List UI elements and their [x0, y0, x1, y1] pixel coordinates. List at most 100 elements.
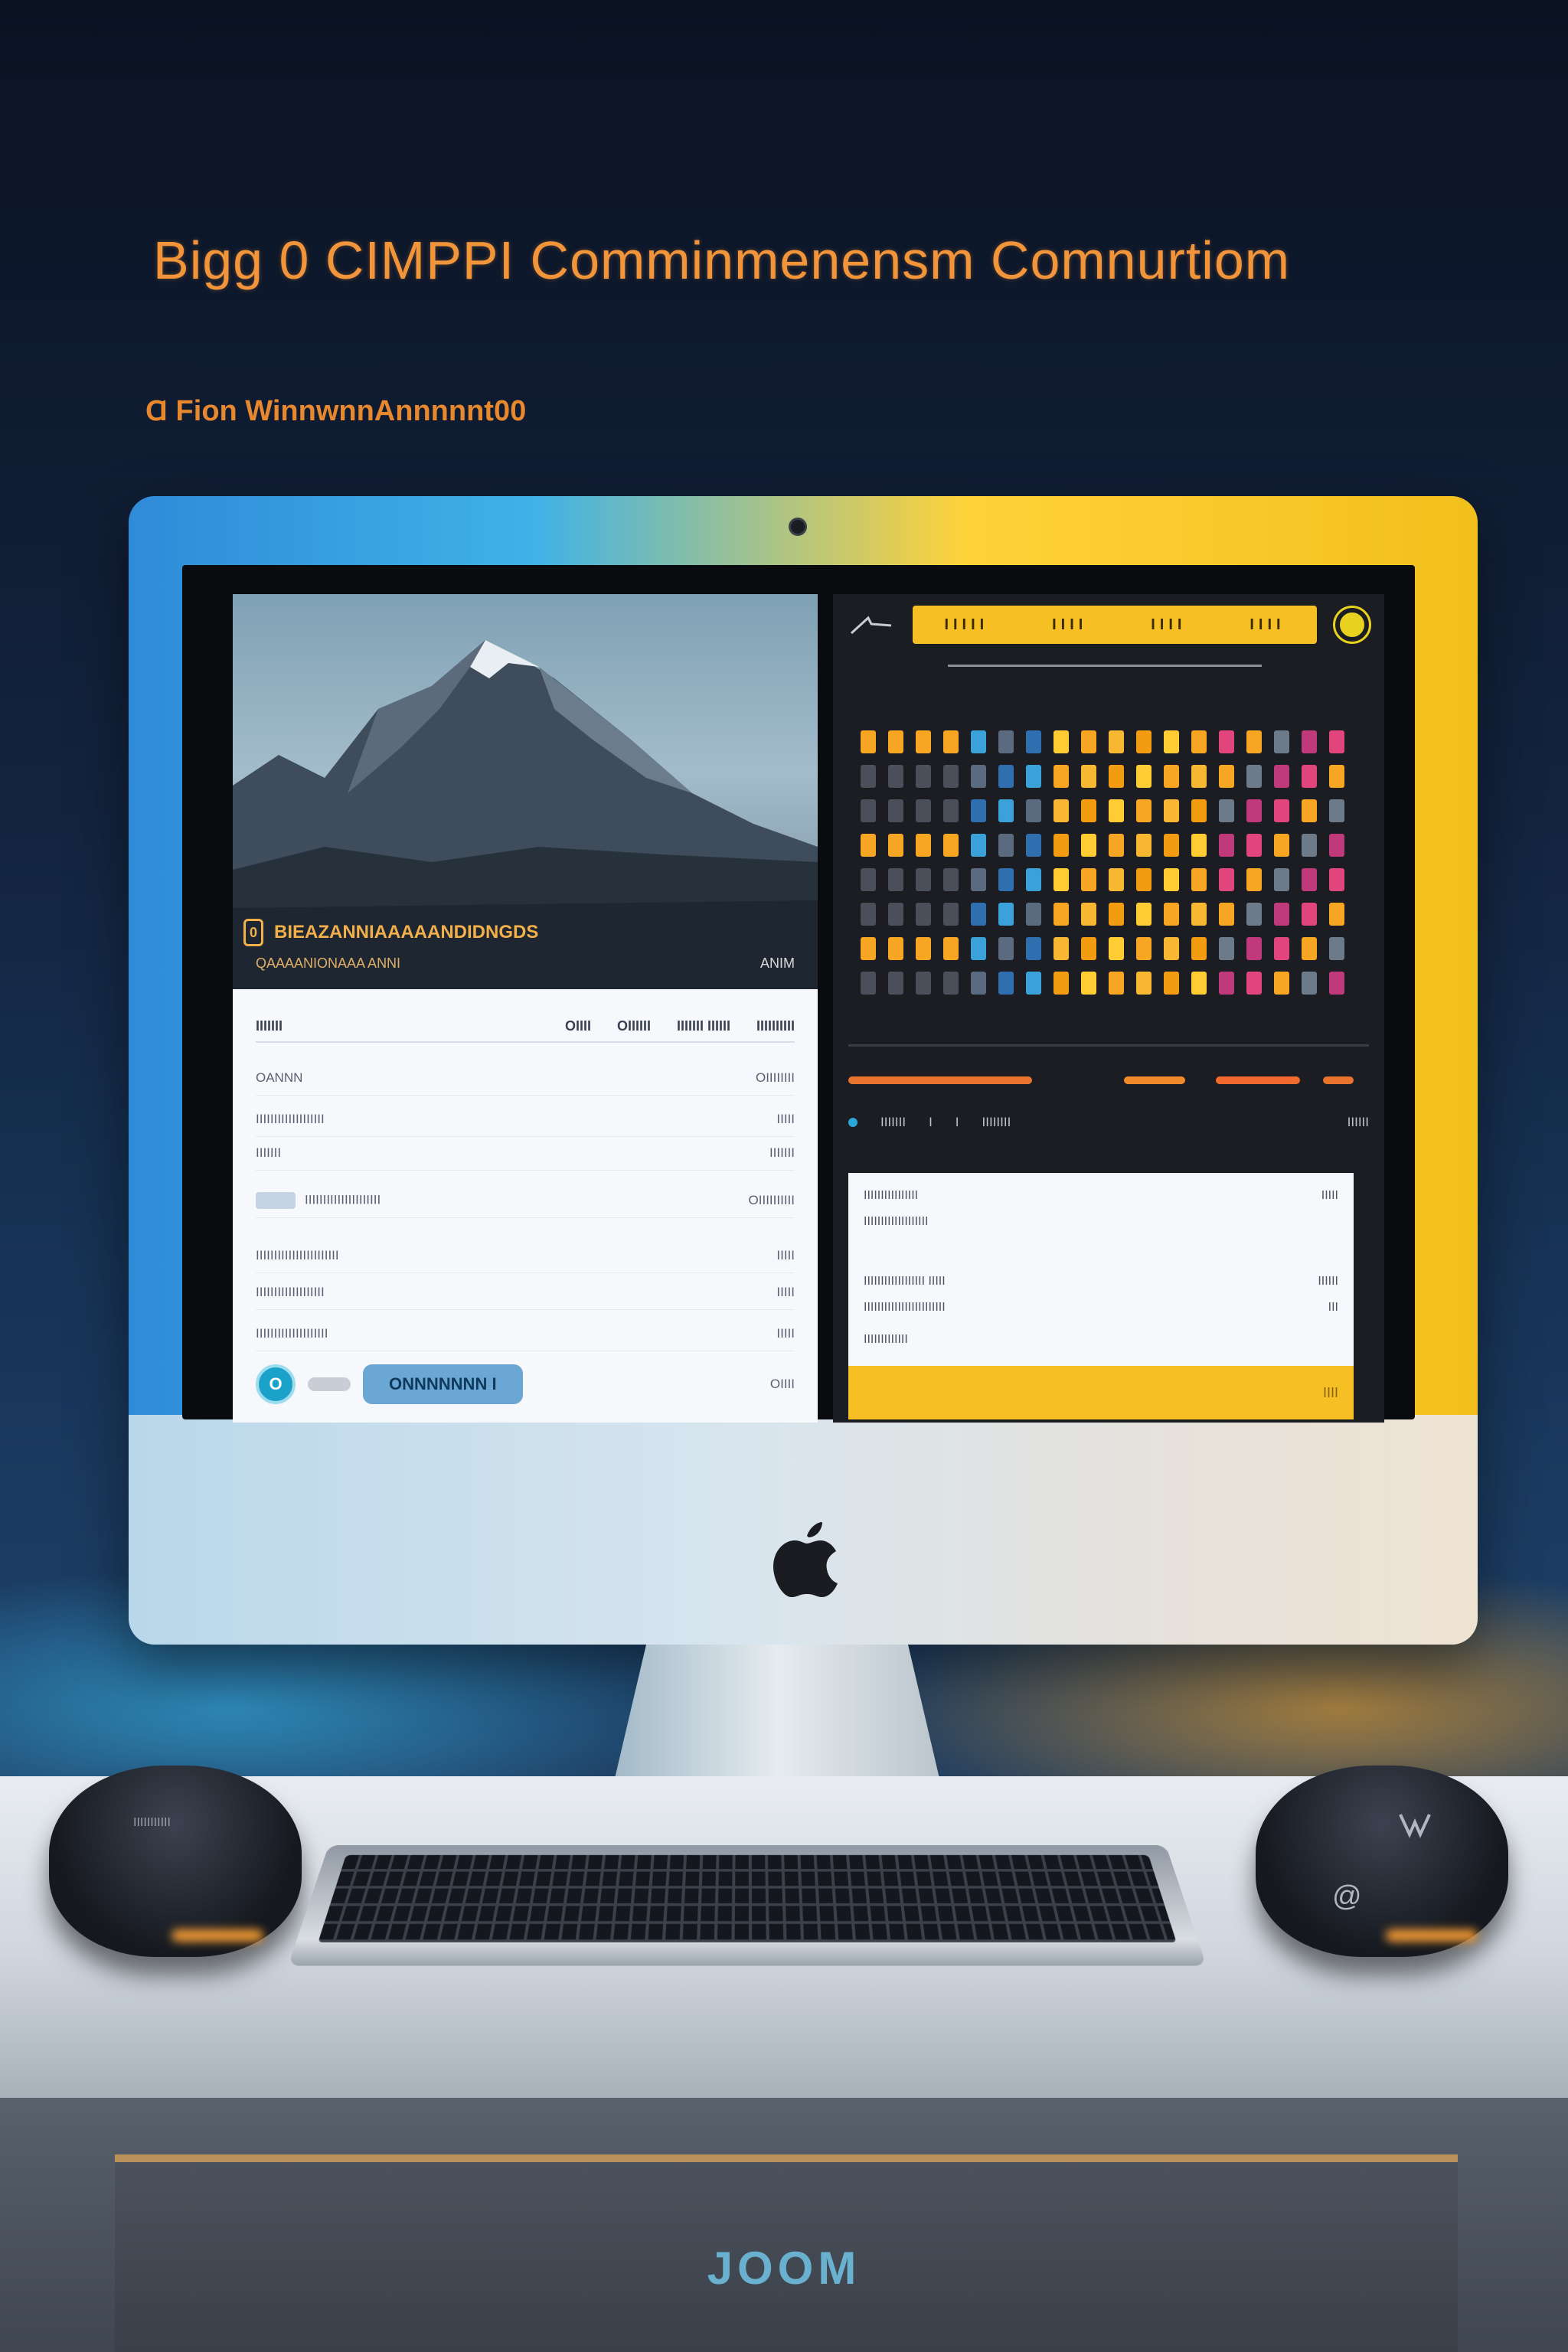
grid-cell[interactable]: [1274, 799, 1289, 822]
card-row[interactable]: IIIIIIIIIIIIIIIIIIIIIIII III: [864, 1294, 1338, 1321]
grid-cell[interactable]: [861, 799, 876, 822]
grid-cell[interactable]: [971, 868, 986, 891]
status-circle-icon[interactable]: O: [256, 1364, 296, 1404]
grid-cell[interactable]: [1219, 972, 1234, 995]
grid-cell[interactable]: [1329, 972, 1344, 995]
grid-cell[interactable]: [1164, 903, 1179, 926]
grid-cell[interactable]: [1109, 799, 1124, 822]
grid-cell[interactable]: [1302, 868, 1317, 891]
menu-bar-item[interactable]: IIII: [1151, 616, 1186, 634]
grid-cell[interactable]: [943, 799, 959, 822]
grid-cell[interactable]: [1054, 834, 1069, 857]
grid-cell[interactable]: [1329, 799, 1344, 822]
grid-cell[interactable]: [1164, 799, 1179, 822]
grid-cell[interactable]: [1109, 765, 1124, 788]
grid-cell[interactable]: [998, 730, 1014, 753]
grid-cell[interactable]: [1109, 730, 1124, 753]
grid-cell[interactable]: [1081, 765, 1096, 788]
grid-cell[interactable]: [861, 765, 876, 788]
grid-cell[interactable]: [916, 799, 931, 822]
table-column-header[interactable]: IIIIIII IIIIII: [677, 1018, 730, 1034]
grid-cell[interactable]: [971, 937, 986, 960]
grid-cell[interactable]: [1302, 972, 1317, 995]
grid-cell[interactable]: [888, 834, 903, 857]
grid-cell[interactable]: [971, 799, 986, 822]
grid-cell[interactable]: [916, 868, 931, 891]
grid-cell[interactable]: [1302, 765, 1317, 788]
grid-cell[interactable]: [1164, 834, 1179, 857]
grid-cell[interactable]: [916, 834, 931, 857]
nav-item[interactable]: IIIIIII: [880, 1115, 906, 1130]
table-row[interactable]: IIIIIIIIIIIIIIIIIIII IIIII: [256, 1317, 795, 1351]
grid-cell[interactable]: [1219, 765, 1234, 788]
grid-cell[interactable]: [888, 765, 903, 788]
grid-cell[interactable]: [1274, 903, 1289, 926]
grid-cell[interactable]: [888, 730, 903, 753]
table-column-header[interactable]: OIIIIII: [617, 1018, 651, 1034]
grid-cell[interactable]: [998, 765, 1014, 788]
grid-cell[interactable]: [1136, 903, 1152, 926]
table-row[interactable]: IIIIIIIIIIIIIIIIIII IIIII: [256, 1102, 795, 1137]
table-column-header[interactable]: OIIII: [565, 1018, 591, 1034]
grid-cell[interactable]: [1329, 868, 1344, 891]
grid-cell[interactable]: [943, 937, 959, 960]
grid-cell[interactable]: [1026, 903, 1041, 926]
grid-cell[interactable]: [1026, 765, 1041, 788]
grid-cell[interactable]: [1191, 903, 1207, 926]
grid-cell[interactable]: [916, 765, 931, 788]
grid-cell[interactable]: [1164, 868, 1179, 891]
grid-cell[interactable]: [1329, 765, 1344, 788]
grid-cell[interactable]: [943, 868, 959, 891]
grid-cell[interactable]: [1081, 730, 1096, 753]
grid-cell[interactable]: [1274, 868, 1289, 891]
grid-cell[interactable]: [998, 972, 1014, 995]
table-column-header[interactable]: IIIIIIIIII: [756, 1018, 795, 1034]
menu-bar-item[interactable]: IIII: [1250, 616, 1285, 634]
grid-cell[interactable]: [1026, 834, 1041, 857]
grid-cell[interactable]: [1191, 972, 1207, 995]
grid-cell[interactable]: [998, 868, 1014, 891]
grid-cell[interactable]: [1109, 903, 1124, 926]
grid-cell[interactable]: [998, 834, 1014, 857]
grid-cell[interactable]: [971, 834, 986, 857]
grid-cell[interactable]: [888, 937, 903, 960]
grid-cell[interactable]: [1109, 972, 1124, 995]
card-footer-bar[interactable]: IIII: [848, 1366, 1354, 1419]
grid-cell[interactable]: [888, 972, 903, 995]
grid-cell[interactable]: [861, 868, 876, 891]
grid-cell[interactable]: [971, 730, 986, 753]
menu-bar-item[interactable]: IIII: [1052, 616, 1087, 634]
card-row[interactable]: IIIIIIIIIIIIIIIIIII: [864, 1208, 1338, 1236]
grid-cell[interactable]: [1302, 937, 1317, 960]
grid-cell[interactable]: [1191, 937, 1207, 960]
grid-cell[interactable]: [1274, 972, 1289, 995]
grid-cell[interactable]: [1054, 799, 1069, 822]
grid-cell[interactable]: [943, 730, 959, 753]
nav-item[interactable]: IIIIIIII: [982, 1115, 1011, 1130]
grid-cell[interactable]: [998, 799, 1014, 822]
grid-cell[interactable]: [861, 903, 876, 926]
grid-cell[interactable]: [916, 937, 931, 960]
grid-cell[interactable]: [1054, 765, 1069, 788]
keyboard[interactable]: [288, 1845, 1207, 1966]
grid-cell[interactable]: [1274, 765, 1289, 788]
grid-cell[interactable]: [1219, 868, 1234, 891]
grid-cell[interactable]: [1246, 868, 1262, 891]
table-row[interactable]: IIIIIII IIIIIII: [256, 1136, 795, 1171]
menu-bar-item[interactable]: IIIII: [944, 616, 988, 634]
grid-cell[interactable]: [1246, 799, 1262, 822]
grid-cell[interactable]: [1081, 834, 1096, 857]
grid-cell[interactable]: [1329, 937, 1344, 960]
grid-cell[interactable]: [1164, 730, 1179, 753]
grid-cell[interactable]: [1302, 730, 1317, 753]
grid-cell[interactable]: [861, 937, 876, 960]
grid-cell[interactable]: [998, 937, 1014, 960]
grid-cell[interactable]: [1026, 730, 1041, 753]
grid-cell[interactable]: [1302, 834, 1317, 857]
grid-cell[interactable]: [1054, 730, 1069, 753]
grid-cell[interactable]: [1246, 834, 1262, 857]
grid-cell[interactable]: [998, 903, 1014, 926]
nav-item[interactable]: I: [956, 1115, 959, 1130]
grid-cell[interactable]: [971, 972, 986, 995]
grid-cell[interactable]: [1246, 765, 1262, 788]
